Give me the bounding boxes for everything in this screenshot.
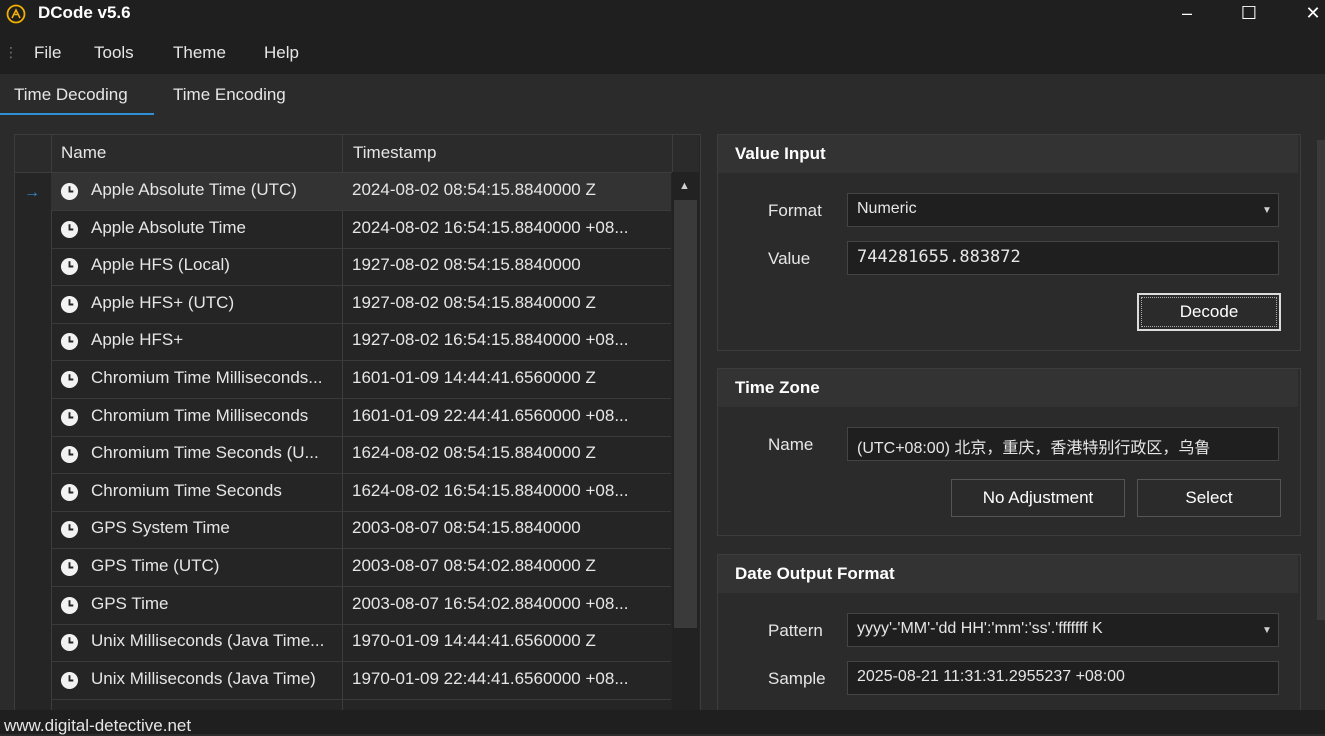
row-name: Chromium Time Seconds (U...: [91, 443, 319, 462]
row-timestamp: 1927-08-02 08:54:15.8840000: [352, 255, 581, 274]
column-header-name[interactable]: Name: [61, 143, 106, 163]
clock-icon: [60, 220, 79, 239]
close-button[interactable]: ✕: [1290, 0, 1325, 30]
decode-button[interactable]: Decode: [1137, 293, 1281, 331]
chevron-down-icon[interactable]: ▼: [1262, 205, 1272, 216]
row-name: GPS Time: [91, 594, 169, 613]
minimize-button[interactable]: –: [1164, 0, 1210, 30]
row-timestamp: 1624-08-02 16:54:15.8840000 +08...: [352, 481, 629, 500]
row-timestamp: 2003-08-07 16:54:02.8840000 +08...: [352, 594, 629, 613]
active-tab-indicator: [0, 113, 154, 115]
pattern-label: Pattern: [768, 621, 823, 640]
panel-scrollbar[interactable]: [1317, 140, 1325, 620]
format-label: Format: [768, 201, 822, 220]
row-timestamp: 2024-08-02 08:54:15.8840000 Z: [352, 180, 596, 199]
clock-icon: [60, 295, 79, 314]
no-adjustment-button[interactable]: No Adjustment: [951, 479, 1125, 517]
time-zone-name-label: Name: [768, 435, 814, 454]
clock-icon: [60, 596, 79, 615]
maximize-button[interactable]: ☐: [1226, 0, 1272, 30]
row-timestamp: 1601-01-09 22:44:41.6560000 +08...: [352, 406, 629, 425]
clock-icon: [60, 671, 79, 690]
tab-time-decoding[interactable]: Time Decoding: [14, 85, 128, 105]
row-timestamp: 1970-01-09 22:44:41.6560000 +08...: [352, 669, 629, 688]
row-name: Unix Milliseconds (Java Time...: [91, 631, 325, 650]
row-timestamp: 1927-08-02 08:54:15.8840000 Z: [352, 293, 596, 312]
clock-icon: [60, 257, 79, 276]
pattern-value: yyyy'-'MM'-'dd HH':'mm':'ss'.'fffffff K: [857, 620, 1103, 637]
row-timestamp: 2003-08-07 08:54:15.8840000: [352, 518, 581, 537]
tab-time-encoding[interactable]: Time Encoding: [173, 85, 286, 105]
row-name: Chromium Time Seconds: [91, 481, 282, 500]
row-timestamp: 2024-08-02 16:54:15.8840000 +08...: [352, 218, 629, 237]
row-name: Apple HFS+ (UTC): [91, 293, 235, 312]
row-timestamp: 1601-01-09 14:44:41.6560000 Z: [352, 368, 596, 387]
row-name: GPS System Time: [91, 518, 230, 537]
value-input-text: 744281655.883872: [857, 247, 1021, 267]
column-header-timestamp[interactable]: Timestamp: [353, 143, 436, 163]
chevron-down-icon[interactable]: ▼: [1262, 625, 1272, 636]
row-name: Chromium Time Milliseconds...: [91, 368, 323, 387]
row-name: Apple Absolute Time: [91, 218, 246, 237]
row-name: Apple HFS (Local): [91, 255, 230, 274]
row-name: Apple HFS+: [91, 330, 184, 349]
time-zone-title: Time Zone: [735, 378, 820, 397]
clock-icon: [60, 182, 79, 201]
clock-icon: [60, 633, 79, 652]
app-logo-icon: [6, 4, 26, 24]
select-time-zone-button[interactable]: Select: [1137, 479, 1281, 517]
scroll-up-icon[interactable]: ▲: [679, 180, 690, 192]
menu-help[interactable]: Help: [264, 43, 299, 63]
title-bar: [0, 0, 1325, 34]
sample-value: 2025-08-21 11:31:31.2955237 +08:00: [857, 668, 1125, 685]
current-row-arrow-icon: →: [24, 184, 40, 201]
row-name: Unix Milliseconds (Java Time): [91, 669, 316, 688]
status-bar: [0, 710, 1325, 734]
clock-icon: [60, 483, 79, 502]
value-label: Value: [768, 249, 811, 268]
status-text: www.digital-detective.net: [4, 716, 192, 735]
clock-icon: [60, 558, 79, 577]
value-input-title: Value Input: [735, 144, 826, 163]
clock-icon: [60, 408, 79, 427]
row-name: Apple Absolute Time (UTC): [91, 180, 297, 199]
menu-grip-icon: ⋮: [4, 44, 18, 60]
sample-label: Sample: [768, 669, 826, 688]
menu-file[interactable]: File: [34, 43, 61, 63]
date-output-title: Date Output Format: [735, 564, 895, 583]
time-zone-name-value: (UTC+08:00) 北京，重庆，香港特别行政区，乌鲁: [857, 440, 1211, 457]
grid-scroll-thumb[interactable]: [674, 200, 697, 628]
row-timestamp: 1624-08-02 08:54:15.8840000 Z: [352, 443, 596, 462]
row-timestamp: 1927-08-02 16:54:15.8840000 +08...: [352, 330, 629, 349]
menu-tools[interactable]: Tools: [94, 43, 134, 63]
row-name: Chromium Time Milliseconds: [91, 406, 309, 425]
row-name: GPS Time (UTC): [91, 556, 220, 575]
menu-theme[interactable]: Theme: [173, 43, 226, 63]
grid-divider: [672, 135, 673, 172]
row-timestamp: 1970-01-09 14:44:41.6560000 Z: [352, 631, 596, 650]
clock-icon: [60, 370, 79, 389]
window-title: DCode v5.6: [38, 3, 131, 22]
clock-icon: [60, 520, 79, 539]
clock-icon: [60, 445, 79, 464]
row-timestamp: 2003-08-07 08:54:02.8840000 Z: [352, 556, 596, 575]
format-value: Numeric: [857, 200, 917, 217]
clock-icon: [60, 332, 79, 351]
